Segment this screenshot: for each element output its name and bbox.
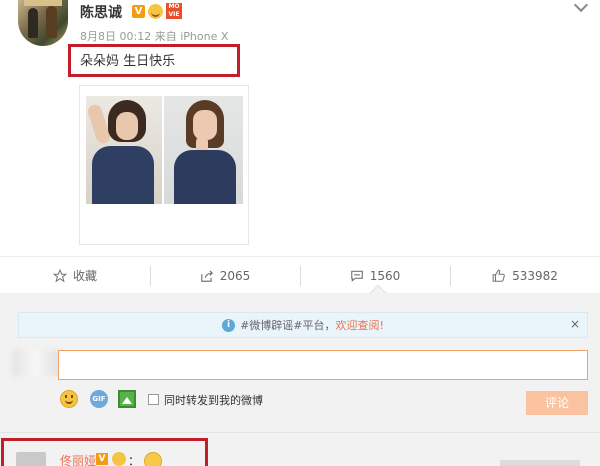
highlight-box (1, 438, 208, 466)
gif-icon[interactable]: GIF (90, 390, 108, 408)
forward-checkbox[interactable] (148, 394, 159, 405)
rumor-notice: i #微博辟谣#平台， 欢迎查阅! (18, 312, 588, 338)
notice-link[interactable]: 欢迎查阅! (336, 317, 384, 333)
comment-input[interactable] (58, 350, 588, 380)
image-upload-icon[interactable] (118, 390, 136, 408)
repost-button[interactable]: 2065 (150, 257, 300, 294)
movie-badge-icon: MO VIE (166, 3, 182, 19)
forward-label: 同时转发到我的微博 (164, 394, 263, 407)
comment-icon (350, 270, 363, 282)
post-timestamp[interactable]: 8月8日 00:12 (80, 30, 151, 43)
share-icon (200, 269, 213, 282)
current-user-avatar (12, 350, 60, 376)
verified-badge-icon: V (132, 5, 145, 18)
member-smile-icon (148, 4, 163, 19)
favorite-button[interactable]: 收藏 (0, 257, 150, 294)
author-name[interactable]: 陈思诚 (80, 2, 122, 22)
like-button[interactable]: 533982 (450, 257, 600, 294)
like-count: 533982 (512, 268, 558, 283)
star-icon (52, 268, 67, 282)
notice-text: #微博辟谣#平台， (240, 319, 336, 332)
divider (0, 432, 600, 433)
action-bar: 收藏 2065 1560 533982 (0, 256, 600, 293)
post-image[interactable] (86, 96, 243, 204)
info-icon: i (222, 318, 236, 332)
chevron-down-icon[interactable] (573, 0, 589, 13)
post-source[interactable]: iPhone X (180, 30, 228, 43)
source-prefix: 来自 (154, 30, 177, 43)
post-text: 朵朵妈 生日快乐 (80, 54, 176, 69)
repost-count: 2065 (219, 268, 251, 283)
thumbs-up-icon (492, 269, 505, 282)
favorite-label: 收藏 (72, 269, 97, 283)
author-avatar[interactable] (18, 0, 68, 46)
comment-count: 1560 (369, 268, 401, 283)
comment-preview-fade (500, 460, 580, 466)
submit-comment-button[interactable]: 评论 (526, 391, 588, 415)
emoji-icon[interactable] (60, 390, 78, 408)
post-meta: 8月8日 00:12 来自 iPhone X (80, 28, 228, 44)
close-icon[interactable]: × (570, 317, 580, 331)
